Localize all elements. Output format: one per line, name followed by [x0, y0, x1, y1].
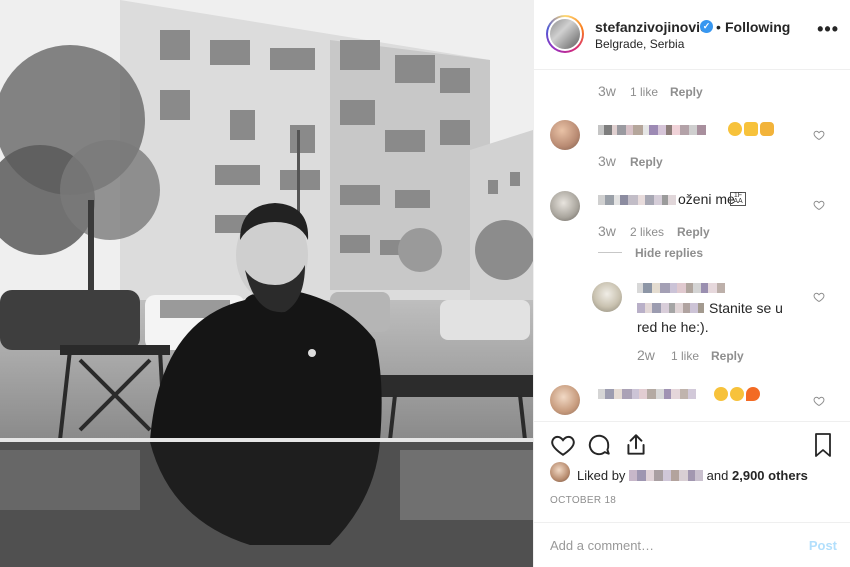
comment-text: oženi me: [678, 191, 735, 207]
blurred-username: [637, 283, 725, 293]
comments-list[interactable]: 3w 1 like Reply 3w Reply oženi me 1F AA …: [534, 71, 850, 421]
reply-text-line2: red he he:).: [637, 319, 709, 335]
blurred-username: [598, 389, 696, 399]
clap-emoji-icon: [760, 122, 774, 136]
share-icon[interactable]: [623, 432, 649, 458]
liked-by-prefix: Liked by: [577, 468, 626, 483]
heart-eyes-emoji-icon: [728, 122, 742, 136]
comment-time[interactable]: 2w: [637, 347, 655, 363]
blurred-username: [598, 125, 706, 135]
like-heart-icon[interactable]: [550, 432, 576, 458]
author-avatar[interactable]: [546, 15, 584, 53]
thumbs-up-emoji-icon: [744, 122, 758, 136]
comment-bubble-icon[interactable]: [586, 432, 612, 458]
reply-button[interactable]: Reply: [677, 225, 710, 239]
verified-badge-icon: ✓: [700, 20, 713, 33]
liked-by-and: and: [706, 468, 729, 483]
more-options-icon[interactable]: •••: [817, 19, 839, 40]
blurred-liker-name[interactable]: [629, 469, 704, 484]
comment-likes[interactable]: 1 like: [630, 85, 658, 99]
fire-emoji-icon: [746, 387, 760, 401]
like-comment-heart-icon[interactable]: [813, 291, 825, 303]
replier-avatar[interactable]: [592, 282, 622, 312]
blurred-mention: [637, 303, 704, 313]
commenter-avatar[interactable]: [550, 191, 580, 221]
hide-replies-line: [598, 252, 622, 253]
liker-avatar[interactable]: [550, 462, 570, 482]
commenter-avatar[interactable]: [550, 385, 580, 415]
hide-replies-button[interactable]: Hide replies: [635, 246, 703, 260]
post-actions: Liked by and 2,900 others OCTOBER 18 Add…: [534, 421, 850, 567]
commenter-avatar[interactable]: [550, 120, 580, 150]
comment-emojis: [726, 121, 774, 137]
like-comment-heart-icon[interactable]: [813, 199, 825, 211]
post-side-panel: stefanzivojinovic ✓ • Following Belgrade…: [533, 0, 850, 567]
likes-count[interactable]: 2,900 others: [732, 468, 808, 483]
post-location[interactable]: Belgrade, Serbia: [595, 37, 684, 51]
photo-illustration: [0, 0, 533, 567]
reply-button[interactable]: Reply: [670, 85, 703, 99]
comment-emojis: [712, 386, 760, 402]
comment-time[interactable]: 3w: [598, 83, 616, 99]
liked-by-line: Liked by and 2,900 others: [577, 468, 808, 484]
like-comment-heart-icon[interactable]: [813, 129, 825, 141]
comment-likes[interactable]: 2 likes: [630, 225, 664, 239]
reply-button[interactable]: Reply: [630, 155, 663, 169]
post-header: stefanzivojinovic ✓ • Following Belgrade…: [534, 0, 850, 70]
post-photo[interactable]: [0, 0, 533, 567]
reply-button[interactable]: Reply: [711, 349, 744, 363]
reply-text-line1: Stanite se u: [709, 300, 783, 316]
heart-eyes-emoji-icon: [714, 387, 728, 401]
add-comment-bar: Add a comment… Post: [534, 522, 850, 567]
heart-eyes-emoji-icon: [730, 387, 744, 401]
following-button[interactable]: Following: [725, 19, 790, 35]
post-date[interactable]: OCTOBER 18: [550, 495, 616, 506]
post-comment-button[interactable]: Post: [809, 538, 837, 553]
author-username[interactable]: stefanzivojinovic: [595, 19, 708, 35]
like-comment-heart-icon[interactable]: [813, 395, 825, 407]
save-bookmark-icon[interactable]: [811, 432, 835, 458]
comment-time[interactable]: 3w: [598, 153, 616, 169]
unknown-glyph-icon: 1F AA: [730, 192, 746, 206]
blurred-username: [598, 195, 676, 205]
comment-time[interactable]: 3w: [598, 223, 616, 239]
comment-likes[interactable]: 1 like: [671, 349, 699, 363]
add-comment-input[interactable]: Add a comment…: [550, 538, 654, 553]
header-separator: •: [716, 19, 721, 35]
